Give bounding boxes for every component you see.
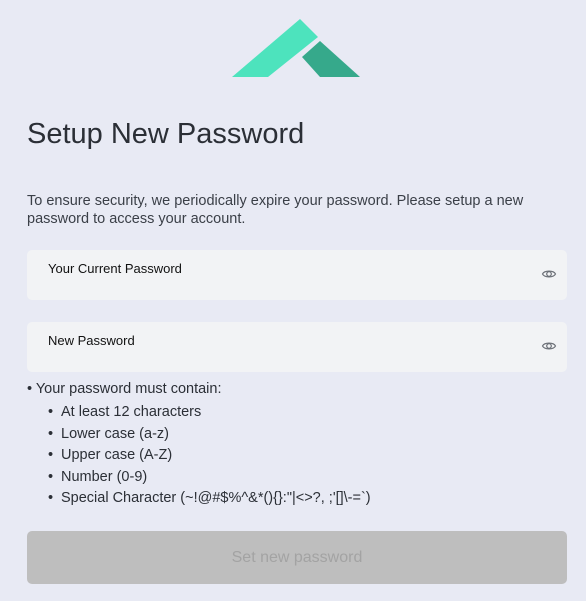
current-password-input[interactable]: [48, 274, 528, 294]
new-password-field[interactable]: New Password: [27, 322, 567, 372]
requirement-item: • Special Character (~!@#$%^&*(){}:"|<>?,…: [48, 490, 371, 506]
requirement-item: • Upper case (A-Z): [48, 447, 173, 463]
requirements-heading: • Your password must contain:: [27, 381, 222, 397]
eye-icon[interactable]: [541, 266, 557, 282]
new-password-input[interactable]: [48, 346, 528, 366]
requirement-item: • Number (0-9): [48, 468, 148, 485]
mountain-logo-icon: [232, 19, 360, 77]
requirement-text: Number (0-9): [61, 468, 148, 485]
page-title: Setup New Password: [27, 118, 305, 150]
current-password-field[interactable]: Your Current Password: [27, 250, 567, 300]
requirement-text: Lower case (a-z): [61, 425, 169, 442]
requirements-list: • At least 12 characters • Lower case (a-z…: [27, 402, 371, 510]
eye-icon[interactable]: [541, 338, 557, 354]
requirement-text: Upper case (A-Z): [61, 447, 173, 463]
page-description: To ensure security, we periodically expi…: [27, 193, 524, 227]
requirement-text: Special Character (~!@#$%^&*(){}:"|<>?, …: [61, 490, 371, 506]
set-new-password-button[interactable]: Set new password: [27, 531, 567, 584]
password-requirements: • Your password must contain: • At least …: [27, 380, 371, 510]
requirement-text: At least 12 characters: [61, 404, 202, 420]
requirement-item: • Lower case (a-z): [48, 425, 169, 442]
requirement-item: • At least 12 characters: [48, 404, 202, 420]
